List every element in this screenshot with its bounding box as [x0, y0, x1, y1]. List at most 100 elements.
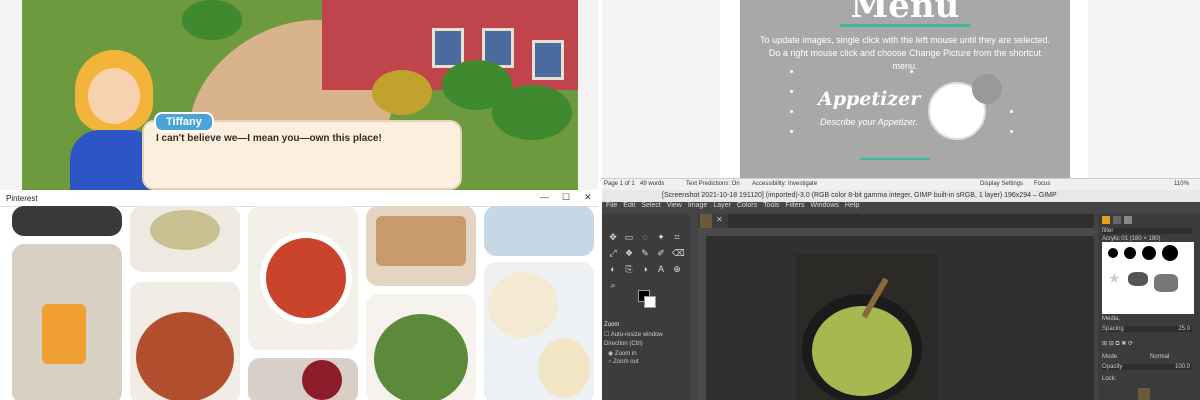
zoom-level[interactable]: 110%: [1174, 181, 1189, 187]
game-window: Tiffany I can't believe we—I mean you—ow…: [0, 0, 598, 190]
mode-select[interactable]: Normal: [1150, 354, 1169, 360]
menu-colors[interactable]: Colors: [737, 202, 757, 209]
pin-card[interactable]: [484, 262, 594, 400]
image-placeholder-circle[interactable]: [972, 74, 1002, 104]
canvas-image[interactable]: [796, 254, 938, 400]
pin-card[interactable]: [366, 206, 476, 286]
measure-icon[interactable]: ⊕: [672, 264, 682, 274]
font-tab-icon[interactable]: [1124, 216, 1132, 224]
zoom-out-radio[interactable]: ○ Zoom out: [608, 359, 639, 365]
pattern-tab-icon[interactable]: [1113, 216, 1121, 224]
bucket-fill-icon[interactable]: ◐: [608, 264, 618, 274]
word-count[interactable]: 49 words: [640, 181, 664, 187]
pin-card[interactable]: [12, 206, 122, 236]
spacing-value: 25.0: [1178, 326, 1190, 332]
brush-filter-input[interactable]: filter: [1102, 228, 1192, 234]
display-settings-button[interactable]: Display Settings: [980, 181, 1023, 187]
window: [532, 40, 564, 80]
direction-label: Direction (Ctrl): [604, 341, 643, 347]
move-tool-icon[interactable]: ✥: [608, 232, 618, 242]
menu-image[interactable]: Image: [688, 202, 707, 209]
pin-card[interactable]: [12, 244, 122, 400]
paintbrush-icon[interactable]: ✐: [656, 248, 666, 258]
zoom-tool-icon[interactable]: ⌕: [608, 280, 618, 290]
brush-grid[interactable]: ★: [1102, 242, 1194, 314]
menu-filters[interactable]: Filters: [785, 202, 804, 209]
bush: [182, 0, 242, 40]
pin-card[interactable]: [130, 206, 240, 272]
lasso-icon[interactable]: ◌: [640, 232, 650, 242]
bush: [492, 85, 572, 140]
auto-resize-checkbox[interactable]: ☐ Auto-resize window: [604, 331, 663, 338]
maximize-button[interactable]: ☐: [562, 192, 570, 203]
menu-windows[interactable]: Windows: [810, 202, 838, 209]
window: [432, 28, 464, 68]
clone-icon[interactable]: ⎘: [624, 264, 634, 274]
window-titlebar: Pinterest — ☐ ✕: [0, 190, 598, 207]
page-count[interactable]: Page 1 of 1: [604, 181, 635, 187]
background-color-swatch[interactable]: [644, 296, 656, 308]
dialog-text: I can't believe we—I mean you—own this p…: [156, 133, 382, 144]
warp-icon[interactable]: ❖: [624, 248, 634, 258]
brushes-dock: filter Acrylic 01 (180 × 180) ★ Media, S…: [1098, 214, 1200, 400]
menu-file[interactable]: File: [606, 202, 617, 209]
text-predictions[interactable]: Text Predictions: On: [686, 181, 740, 187]
dock-buttons: ⊞ ⊟ ⧉ ✖ ⟳: [1102, 341, 1134, 347]
bush: [372, 70, 432, 115]
mode-label: Mode: [1102, 354, 1118, 360]
menu-edit[interactable]: Edit: [623, 202, 635, 209]
appetizer-description: Describe your Appetizer.: [820, 117, 918, 127]
crop-icon[interactable]: ⌗: [672, 232, 682, 242]
menu-help[interactable]: Help: [845, 202, 859, 209]
spacing-slider[interactable]: Spacing 25.0: [1102, 326, 1192, 332]
title-underline: [840, 24, 970, 27]
toolbox: ✥ ▭ ◌ ✦ ⌗ ⤢ ❖ ✎ ✐ ⌫ ◐ ⎘ ◑ A ⊕ ⌕ Zoom ☐ A…: [602, 214, 690, 400]
eraser-icon[interactable]: ⌫: [672, 248, 685, 258]
zoom-out-label: Zoom out: [613, 359, 639, 365]
layer-thumbnail[interactable]: [1138, 388, 1150, 400]
transform-icon[interactable]: ⤢: [608, 248, 618, 258]
menu-layer[interactable]: Layer: [713, 202, 731, 209]
opacity-slider[interactable]: Opacity 100.0: [1102, 364, 1192, 370]
image-canvas[interactable]: ✕: [698, 214, 1094, 400]
minimize-button[interactable]: —: [540, 192, 549, 202]
brush-tag[interactable]: Media,: [1102, 316, 1120, 322]
pin-card[interactable]: [248, 358, 358, 400]
close-button[interactable]: ✕: [584, 192, 592, 203]
auto-resize-label: Auto-resize window: [610, 332, 663, 338]
gimp-menubar: File Edit Select View Image Layer Colors Tools F…: [602, 202, 1200, 214]
status-bar: Page 1 of 1 49 words Text Predictions: O…: [602, 178, 1200, 190]
zoom-in-radio[interactable]: ◉ Zoom in: [608, 350, 637, 357]
pin-card[interactable]: [484, 206, 594, 256]
zoom-in-label: Zoom in: [614, 351, 637, 357]
appetizer-heading: Appetizer: [818, 88, 921, 110]
horizontal-ruler[interactable]: [698, 228, 1094, 236]
pinterest-window: Pinterest — ☐ ✕: [0, 190, 598, 400]
pin-card[interactable]: [248, 206, 358, 350]
menu-card[interactable]: Menu To update images, single click with…: [740, 0, 1070, 178]
opacity-label: Opacity: [1102, 364, 1123, 370]
vertical-ruler[interactable]: [698, 228, 706, 400]
window-title: Pinterest: [6, 194, 38, 203]
instructions-text: To update images, single click with the …: [760, 35, 1050, 71]
menu-tools[interactable]: Tools: [763, 202, 779, 209]
focus-button[interactable]: Focus: [1034, 181, 1050, 187]
fuzzy-select-icon[interactable]: ✦: [656, 232, 666, 242]
tool-options-title: Zoom: [604, 322, 620, 328]
pin-card[interactable]: [366, 294, 476, 400]
lock-label: Lock:: [1102, 376, 1117, 382]
gimp-window: [Screenshot 2021-10-18 191120] (imported…: [602, 190, 1200, 400]
rect-select-icon[interactable]: ▭: [624, 232, 634, 242]
paths-icon[interactable]: ✎: [640, 248, 650, 258]
brush-tab-icon[interactable]: [1102, 216, 1110, 224]
gimp-titlebar: [Screenshot 2021-10-18 191120] (imported…: [602, 190, 1200, 202]
pin-card[interactable]: [130, 282, 240, 400]
text-tool-icon[interactable]: A: [656, 264, 666, 274]
dodge-icon[interactable]: ◑: [640, 264, 650, 274]
opacity-value: 100.0: [1174, 364, 1190, 370]
menu-view[interactable]: View: [667, 202, 682, 209]
menu-select[interactable]: Select: [641, 202, 660, 209]
image-tab[interactable]: ✕: [698, 214, 728, 228]
accessibility-status[interactable]: Accessibility: Investigate: [752, 181, 817, 187]
spacing-label: Spacing: [1102, 326, 1124, 332]
